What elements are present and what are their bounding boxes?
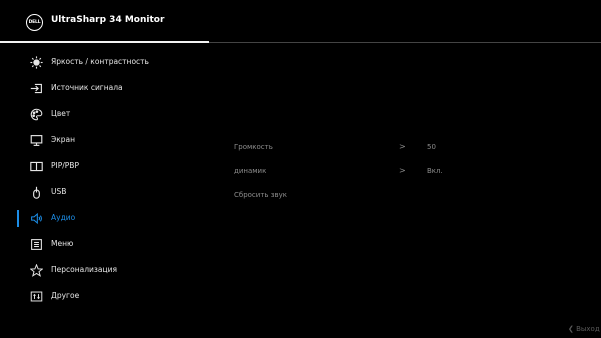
- header-divider: [0, 41, 209, 43]
- header-divider-dim: [209, 42, 601, 43]
- menu-item-pip-pbp[interactable]: PIP/PBP: [0, 156, 209, 178]
- monitor-title: UltraSharp 34 Monitor: [51, 15, 165, 25]
- menu-item-label: Аудио: [51, 213, 76, 222]
- menu-item-label: Другое: [51, 291, 80, 300]
- brightness-icon: [29, 55, 43, 69]
- menu-item-menu[interactable]: Меню: [0, 234, 209, 256]
- menu-item-personalize[interactable]: Персонализация: [0, 260, 209, 282]
- volume-value: 50: [427, 143, 436, 151]
- color-palette-icon: [29, 107, 43, 121]
- other-settings-icon: [29, 289, 43, 303]
- menu-item-label: Экран: [51, 135, 76, 144]
- menu-item-brightness-contrast[interactable]: Яркость / контрастность: [0, 52, 209, 74]
- reset-audio-row[interactable]: Сбросить звук: [234, 187, 594, 205]
- chevron-right-icon: >: [399, 142, 406, 151]
- speaker-label: динамик: [234, 167, 267, 175]
- exit-button[interactable]: ❮ Выход: [568, 325, 600, 333]
- menu-item-label: USB: [51, 187, 67, 196]
- menu-item-audio[interactable]: Аудио: [0, 208, 209, 230]
- menu-item-color[interactable]: Цвет: [0, 104, 209, 126]
- pip-pbp-icon: [29, 159, 43, 173]
- volume-row[interactable]: Громкость > 50: [234, 139, 594, 157]
- menu-item-others[interactable]: Другое: [0, 286, 209, 308]
- dell-logo-text: DELL: [28, 20, 41, 25]
- usb-icon: [29, 185, 43, 199]
- star-icon: [29, 263, 43, 277]
- speaker-row[interactable]: динамик > Вкл.: [234, 163, 594, 181]
- display-monitor-icon: [29, 133, 43, 147]
- reset-audio-label: Сбросить звук: [234, 191, 287, 199]
- menu-item-label: Яркость / контрастность: [51, 57, 149, 66]
- speaker-icon: [29, 211, 43, 225]
- menu-item-label: Источник сигнала: [51, 83, 123, 92]
- menu-item-label: Персонализация: [51, 265, 117, 274]
- menu-list-icon: [29, 237, 43, 251]
- menu-item-label: Цвет: [51, 109, 71, 118]
- menu-item-display[interactable]: Экран: [0, 130, 209, 152]
- menu-item-label: Меню: [51, 239, 74, 248]
- active-indicator: [17, 210, 19, 227]
- chevron-right-icon: >: [399, 166, 406, 175]
- speaker-value: Вкл.: [427, 167, 443, 175]
- menu-item-label: PIP/PBP: [51, 161, 79, 170]
- menu-item-usb[interactable]: USB: [0, 182, 209, 204]
- osd-header: DELL UltraSharp 34 Monitor: [0, 0, 601, 43]
- menu-item-input-source[interactable]: Источник сигнала: [0, 78, 209, 100]
- dell-logo: DELL: [26, 14, 43, 31]
- input-source-icon: [29, 81, 43, 95]
- volume-label: Громкость: [234, 143, 273, 151]
